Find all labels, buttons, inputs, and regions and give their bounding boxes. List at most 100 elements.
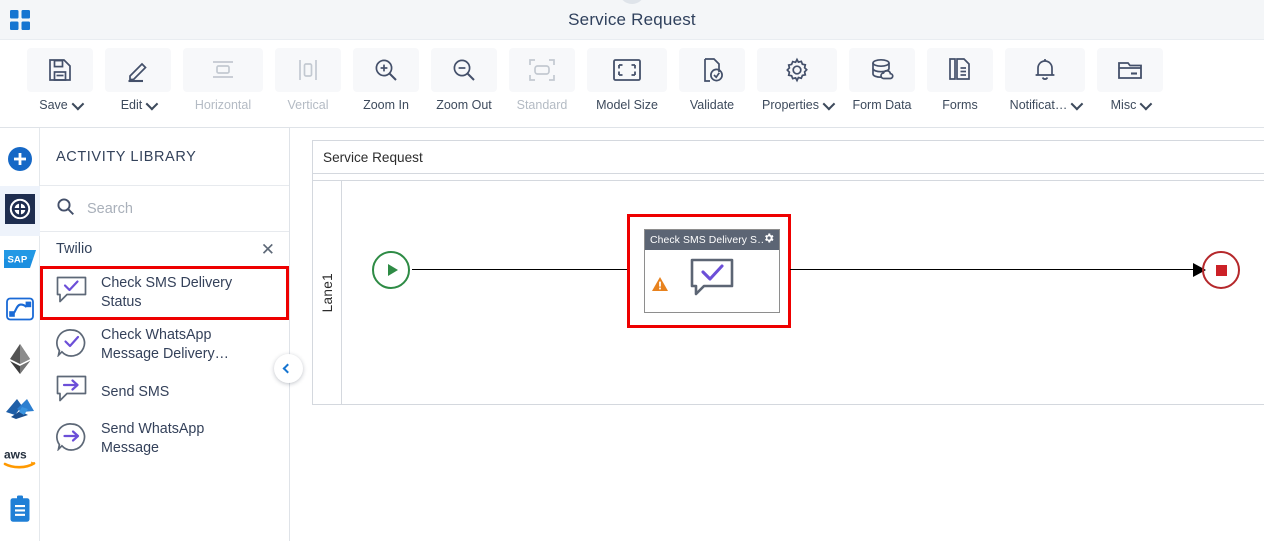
rail-item-add-new[interactable] — [0, 136, 40, 186]
search-icon — [56, 197, 75, 221]
service-task[interactable]: Check SMS Delivery S… — [644, 229, 780, 313]
chevron-down-icon — [1070, 97, 1084, 110]
sap-logo-icon: SAP — [3, 249, 36, 273]
toolbar-label-save: Save — [39, 97, 85, 112]
ethereum-logo-icon — [9, 343, 30, 379]
toolbar-button-notifications[interactable]: Notificat… — [1002, 48, 1088, 112]
activity-library-title: ACTIVITY LIBRARY — [40, 128, 289, 186]
fit-standard-icon — [509, 48, 575, 92]
aws-logo-icon: aws — [3, 447, 37, 476]
svg-text:aws: aws — [4, 447, 27, 461]
play-triangle-icon — [387, 264, 398, 276]
toolbar-label-forms: Forms — [942, 98, 978, 112]
svg-text:SAP: SAP — [7, 254, 27, 265]
toolbar-button-zoom-out[interactable]: Zoom Out — [428, 48, 500, 112]
chevron-down-icon — [145, 97, 159, 110]
magnifier-plus-icon — [353, 48, 419, 92]
close-icon[interactable]: ✕ — [261, 241, 275, 258]
chevron-down-icon — [1139, 97, 1153, 110]
library-search-row[interactable] — [40, 186, 289, 232]
connector-rail: SAP aws — [0, 128, 40, 541]
warning-triangle-icon[interactable] — [651, 276, 669, 297]
collapse-panel-button[interactable] — [274, 354, 303, 383]
activity-item[interactable]: Send SMS — [40, 369, 289, 414]
library-group-header: Twilio ✕ — [40, 232, 289, 266]
toolbar-button-standard: Standard — [506, 48, 578, 112]
main-toolbar: Save Edit Horizontal Vertical Zoom In Zo… — [0, 40, 1264, 128]
toolbar-button-horizontal: Horizontal — [180, 48, 266, 112]
speech-arrow-square-icon — [56, 375, 87, 408]
toolbar-label-notifications: Notificat… — [1010, 97, 1084, 112]
pool-label[interactable]: Service Request — [313, 141, 1264, 174]
gear-icon — [757, 48, 837, 92]
documents-icon — [927, 48, 993, 92]
toolbar-button-form-data[interactable]: Form Data — [846, 48, 918, 112]
search-input[interactable] — [87, 200, 257, 217]
floppy-disk-icon — [27, 48, 93, 92]
stop-square-icon — [1215, 264, 1227, 276]
chevron-left-icon — [282, 363, 293, 374]
toolbar-button-properties[interactable]: Properties — [754, 48, 840, 112]
sequence-flow-2[interactable] — [790, 269, 1193, 271]
rail-item-integration[interactable] — [0, 286, 40, 336]
align-vertical-icon — [275, 48, 341, 92]
pencil-icon — [105, 48, 171, 92]
folder-card-icon — [1097, 48, 1163, 92]
bell-icon — [1005, 48, 1085, 92]
toolbar-button-zoom-in[interactable]: Zoom In — [350, 48, 422, 112]
document-check-icon — [679, 48, 745, 92]
activity-label: Check WhatsApp Message Delivery… — [101, 326, 229, 362]
toolbar-label-form-data: Form Data — [852, 98, 912, 112]
task-body — [645, 250, 779, 313]
activity-item[interactable]: Check WhatsApp Message Delivery… — [40, 320, 289, 370]
rail-item-ethereum[interactable] — [0, 336, 40, 386]
diagram-canvas[interactable]: Service Request Lane1 Check SMS Delivery… — [290, 128, 1264, 541]
page-title: Service Request — [568, 9, 696, 29]
sequence-flow-1[interactable] — [412, 269, 627, 271]
toolbar-label-misc: Misc — [1111, 97, 1153, 112]
toolbar-label-zoom-out: Zoom Out — [436, 98, 492, 112]
rail-item-activities[interactable] — [0, 186, 40, 236]
task-header: Check SMS Delivery S… — [645, 230, 779, 250]
task-selection-highlight[interactable]: Check SMS Delivery S… — [627, 214, 791, 328]
target-grid-icon — [4, 193, 35, 229]
chevron-down-icon — [71, 97, 85, 110]
lane: Lane1 Check SMS Delivery S… — [313, 181, 1264, 405]
toolbar-button-edit[interactable]: Edit — [102, 48, 174, 112]
activity-item[interactable]: Check SMS Delivery Status — [40, 266, 289, 320]
toolbar-button-validate[interactable]: Validate — [676, 48, 748, 112]
rail-item-clipboard[interactable] — [0, 486, 40, 536]
speech-check-square-icon — [56, 276, 87, 309]
toolbar-button-misc[interactable]: Misc — [1094, 48, 1166, 112]
rail-item-azure[interactable] — [0, 386, 40, 436]
app-grid-icon[interactable] — [0, 0, 40, 40]
lane-body[interactable]: Check SMS Delivery S… — [342, 181, 1264, 405]
toolbar-button-save[interactable]: Save — [24, 48, 96, 112]
pool[interactable]: Service Request Lane1 Check SMS Delivery… — [312, 140, 1264, 405]
toolbar-label-validate: Validate — [689, 98, 735, 112]
toolbar-button-model-size[interactable]: Model Size — [584, 48, 670, 112]
speech-check-round-icon — [56, 328, 87, 362]
toolbar-label-vertical: Vertical — [287, 98, 329, 112]
activity-label: Send SMS — [101, 383, 170, 400]
end-event[interactable] — [1202, 251, 1240, 289]
magnifier-minus-icon — [431, 48, 497, 92]
activity-item[interactable]: Send WhatsApp Message — [40, 414, 289, 464]
plus-circle-icon — [7, 146, 33, 177]
lane-label[interactable]: Lane1 — [313, 181, 342, 405]
rail-item-sap[interactable]: SAP — [0, 236, 40, 286]
toolbar-button-forms[interactable]: Forms — [924, 48, 996, 112]
database-cloud-icon — [849, 48, 915, 92]
toolbar-label-standard: Standard — [516, 98, 568, 112]
gear-icon[interactable] — [763, 231, 775, 249]
rail-item-aws[interactable]: aws — [0, 436, 40, 486]
library-group-label: Twilio — [56, 241, 93, 257]
chevron-down-icon — [822, 97, 836, 110]
azure-logo-icon — [5, 396, 35, 427]
toolbar-label-edit: Edit — [121, 97, 159, 112]
toolbar-label-zoom-in: Zoom In — [363, 98, 409, 112]
speech-check-icon — [689, 257, 735, 302]
window-titlebar: Service Request — [0, 0, 1264, 40]
toolbar-button-vertical: Vertical — [272, 48, 344, 112]
start-event[interactable] — [372, 251, 410, 289]
